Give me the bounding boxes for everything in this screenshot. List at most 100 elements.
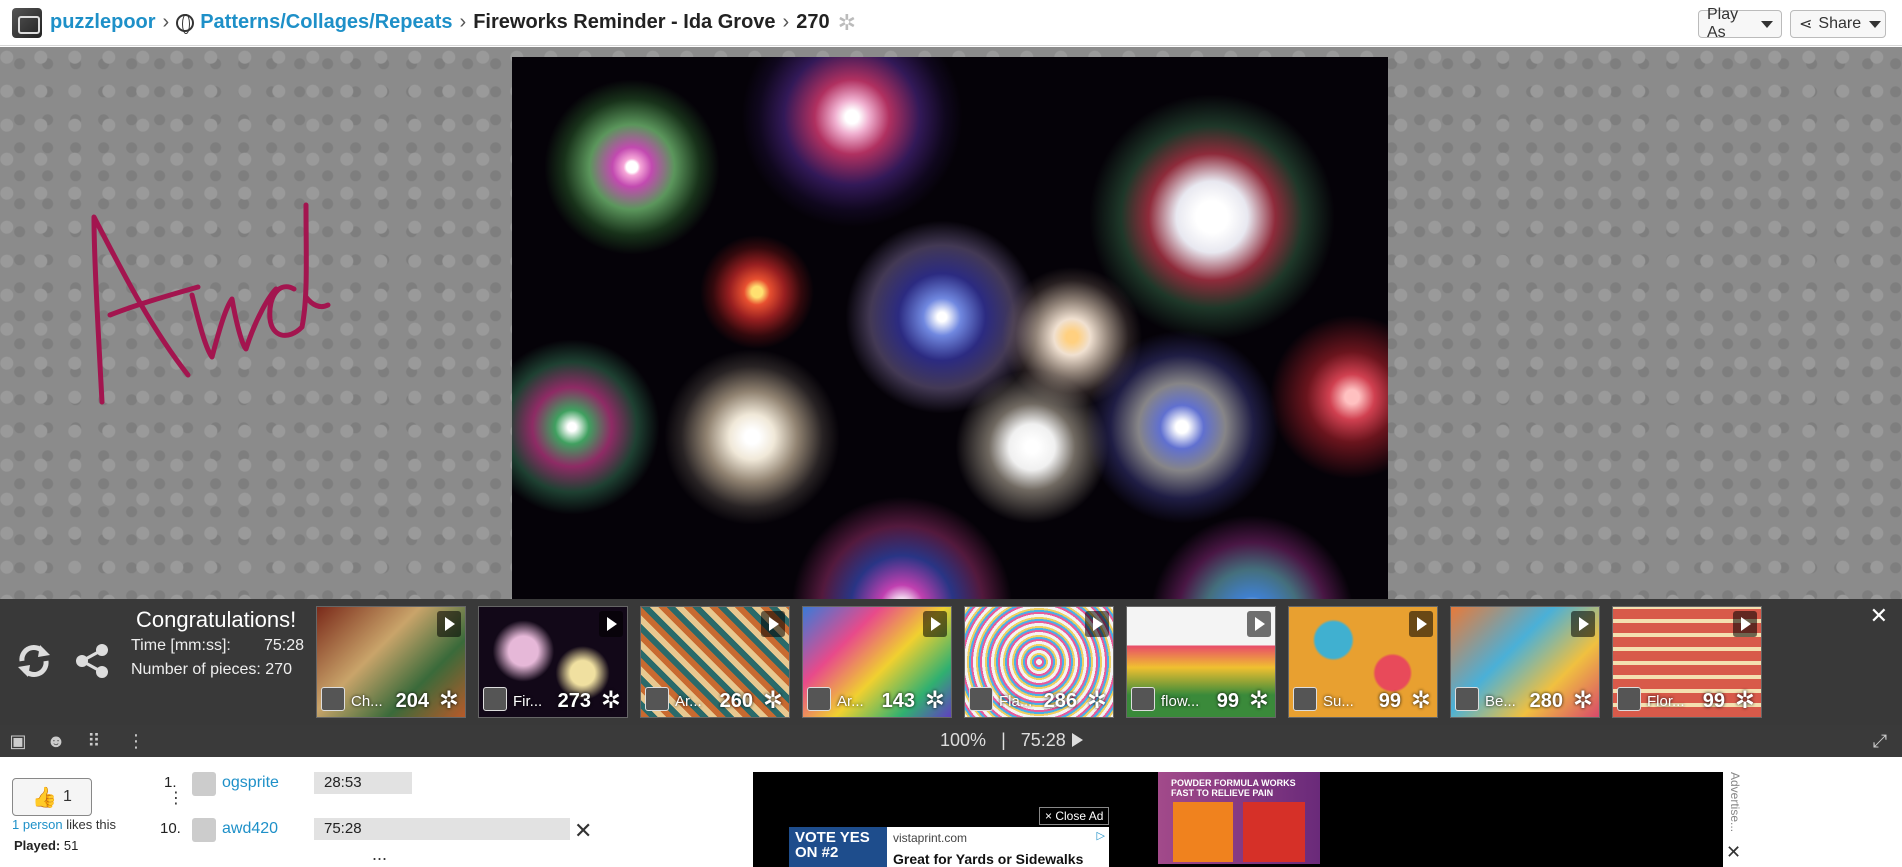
thumbnail-piece-count: 260 [719, 690, 753, 712]
share-button[interactable]: ⋖ Share [1790, 10, 1886, 38]
play-icon[interactable] [1733, 611, 1757, 637]
related-puzzle-thumbnail[interactable]: Ar... 260 ✲ [640, 606, 790, 718]
puzzle-piece-icon: ✲ [924, 687, 945, 714]
puzzle-piece-icon: ✲ [1248, 687, 1269, 714]
played-label: Played: [14, 838, 61, 853]
close-icon[interactable]: ✕ [1870, 603, 1888, 629]
grid-icon[interactable]: ⠿ [84, 731, 104, 751]
related-puzzle-thumbnail[interactable]: Ar... 143 ✲ [802, 606, 952, 718]
chevron-right-icon: › [459, 11, 467, 33]
avatar [1293, 687, 1317, 711]
puzzle-title: Fireworks Reminder - Ida Grove [473, 11, 776, 33]
puzzle-piece-icon: ✲ [1572, 687, 1593, 714]
related-puzzle-thumbnail[interactable]: Flor... 99 ✲ [1612, 606, 1762, 718]
thumbnail-name: Ch... [351, 693, 383, 710]
avatar [645, 687, 669, 711]
play-icon[interactable] [599, 611, 623, 637]
play-icon[interactable] [923, 611, 947, 637]
leaderboard-name[interactable]: awd420 [222, 820, 278, 838]
time-value: 75:28 [264, 637, 305, 654]
breadcrumb-user[interactable]: puzzlepoor [50, 11, 156, 34]
related-puzzle-thumbnail[interactable]: Ch... 204 ✲ [316, 606, 466, 718]
play-icon[interactable] [1071, 733, 1083, 747]
ad-vote-banner: VOTE YES ON #2 [789, 827, 887, 867]
thumbnail-name: Su... [1323, 693, 1354, 710]
more-vertical-icon: ⋮ [168, 790, 184, 807]
caret-down-icon [1761, 20, 1773, 28]
related-puzzle-thumbnail[interactable]: Fla... 286 ✲ [964, 606, 1114, 718]
thumbnail-piece-count: 286 [1043, 690, 1077, 712]
ad-headline: Great for Yards or Sidewalks [893, 851, 1084, 867]
play-icon[interactable] [1247, 611, 1271, 637]
close-ad-button[interactable]: × Close Ad [1039, 807, 1110, 825]
fullscreen-icon[interactable]: ⤢ [1870, 731, 1890, 751]
thumbnail-piece-count: 99 [1702, 690, 1725, 712]
related-puzzle-thumbnail[interactable]: Fir... 273 ✲ [478, 606, 628, 718]
like-count: 1 [63, 788, 72, 805]
likes-summary: 1 person likes this [12, 817, 116, 832]
chevron-right-icon: › [782, 11, 790, 33]
congratulations-title: Congratulations! [136, 607, 297, 632]
played-value: 51 [63, 838, 79, 853]
related-puzzle-thumbnail[interactable]: Be... 280 ✲ [1450, 606, 1600, 718]
share-icon[interactable] [74, 643, 110, 679]
advertisement[interactable]: POWDER FORMULA WORKS FAST TO RELIEVE PAI… [753, 772, 1723, 867]
play-icon[interactable] [1085, 611, 1109, 637]
avatar [969, 687, 993, 711]
ghost-icon[interactable]: ☻ [46, 731, 66, 751]
related-puzzles: Ch... 204 ✲ Fir... 273 ✲ Ar... 260 ✲ Ar... 143 ✲ Fla… [316, 606, 1774, 718]
puzzle-piece-icon: ✲ [438, 687, 459, 714]
puzzle-piece-icon: ✲ [837, 9, 857, 35]
ad-product-box [1243, 802, 1305, 862]
puzzle-stage[interactable] [0, 47, 1902, 599]
timer: 75:28 [1020, 730, 1066, 750]
play-icon[interactable] [1571, 611, 1595, 637]
close-icon[interactable]: ✕ [574, 818, 592, 844]
leaderboard-more[interactable]: ... [372, 844, 387, 865]
user-avatar[interactable] [12, 7, 42, 38]
ad-info-icon[interactable]: ▷ [1097, 829, 1105, 842]
avatar [192, 772, 216, 796]
caret-down-icon [1869, 20, 1882, 28]
thumbnail-piece-count: 273 [557, 690, 591, 712]
leaderboard-name[interactable]: ogsprite [222, 774, 279, 792]
related-puzzle-thumbnail[interactable]: Su... 99 ✲ [1288, 606, 1438, 718]
ad-side-label: Advertise... [1728, 772, 1742, 833]
signature-drawing [91, 202, 331, 405]
ad-site: vistaprint.com [893, 831, 968, 845]
avatar [483, 687, 507, 711]
likes-link[interactable]: 1 person [12, 817, 63, 832]
puzzle-image[interactable] [512, 57, 1388, 599]
thumbnail-piece-count: 280 [1529, 690, 1563, 712]
thumbnail-name: Fla... [999, 693, 1033, 710]
related-puzzle-thumbnail[interactable]: flow... 99 ✲ [1126, 606, 1276, 718]
chevron-right-icon: › [162, 11, 170, 33]
avatar [807, 687, 831, 711]
refresh-icon[interactable] [14, 641, 54, 681]
play-icon[interactable] [1409, 611, 1433, 637]
leaderboard-rank: 10. [160, 820, 181, 837]
like-button[interactable]: 👍 1 [12, 778, 92, 816]
more-vertical-icon[interactable]: ⋮ [126, 731, 146, 751]
leaderboard-rank: 1. [164, 774, 177, 791]
ad-product-box [1173, 802, 1233, 862]
avatar [321, 687, 345, 711]
close-icon[interactable]: ✕ [1726, 842, 1741, 863]
puzzle-piece-icon: ✲ [1086, 687, 1107, 714]
ad-card[interactable]: VOTE YES ON #2 vistaprint.com Great for … [789, 827, 1109, 867]
play-icon[interactable] [437, 611, 461, 637]
status-bar: ▣ ☻ ⠿ ⋮ 100% | 75:28 ⤢ [0, 725, 1902, 757]
avatar [1131, 687, 1155, 711]
leaderboard-time: 28:53 [314, 772, 412, 794]
play-icon[interactable] [761, 611, 785, 637]
zoom-level: 100% [940, 730, 987, 750]
thumbnail-name: Fir... [513, 693, 543, 710]
time-label: Time [mm:ss]: [131, 637, 231, 654]
status-separator: | [1001, 730, 1006, 750]
play-as-button[interactable]: Play As [1698, 6, 1782, 41]
image-icon[interactable]: ▣ [8, 731, 28, 751]
thumbnail-piece-count: 99 [1216, 690, 1239, 712]
pieces-label: Number of pieces: 270 [131, 661, 292, 678]
thumbnail-name: Ar... [675, 693, 702, 710]
breadcrumb-category[interactable]: Patterns/Collages/Repeats [200, 11, 452, 34]
